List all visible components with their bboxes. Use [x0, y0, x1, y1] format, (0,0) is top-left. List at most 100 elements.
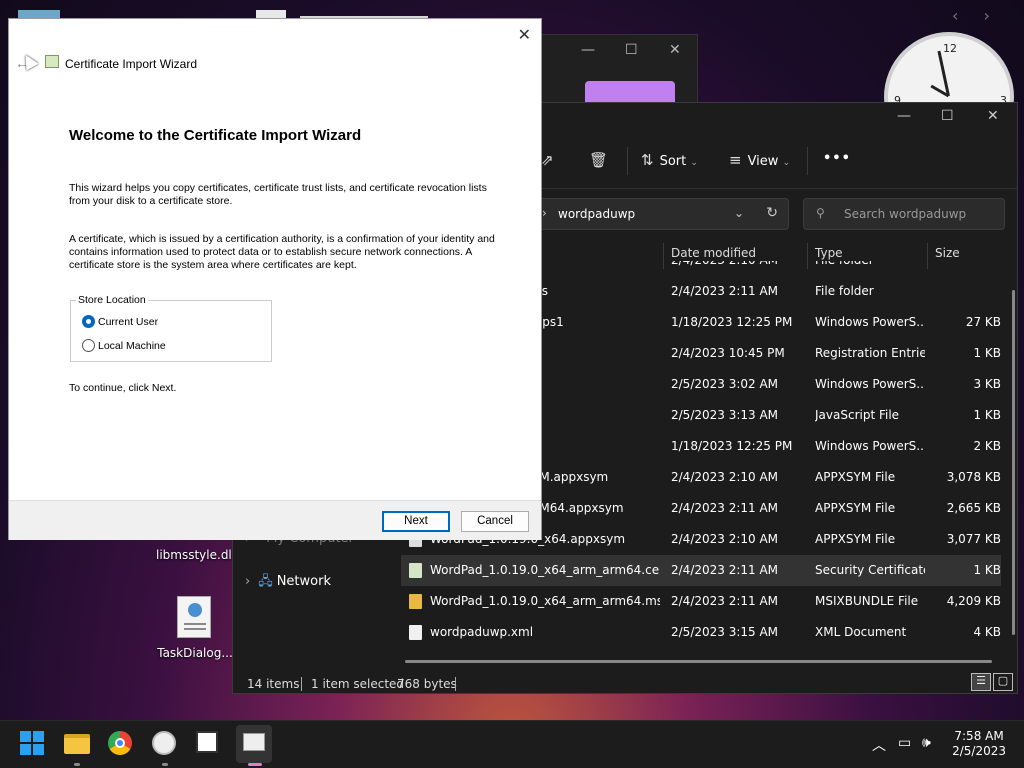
package-app-taskbar-icon[interactable]	[196, 731, 222, 757]
file-type: Windows PowerS...	[815, 377, 925, 391]
clock-app-taskbar-icon[interactable]	[152, 731, 178, 757]
file-date: 2/4/2023 2:10 AM	[671, 532, 779, 546]
details-view-button[interactable]: ☰	[971, 673, 991, 691]
file-size: 4 KB	[973, 625, 1001, 639]
volume-icon[interactable]: 🕪	[922, 735, 931, 751]
cancel-button[interactable]: Cancel	[461, 511, 529, 532]
chrome-taskbar-icon[interactable]	[108, 731, 134, 757]
desktop-icon-label: libmsstyle.dll	[156, 548, 236, 562]
file-row[interactable]: wordpaduwp.xml 2/5/2023 3:15 AM XML Docume…	[401, 617, 1001, 648]
maximize-icon[interactable]: ☐	[941, 108, 954, 124]
desktop-icon-fragment[interactable]	[256, 10, 286, 18]
file-size: 2,665 KB	[946, 501, 1001, 515]
view-button[interactable]: ≡ View ⌄	[729, 151, 790, 169]
status-selected: 1 item selected	[311, 677, 405, 691]
desktop-icon-taskdialog[interactable]: TaskDialog...	[156, 594, 234, 664]
file-type: APPXSYM File	[815, 470, 896, 484]
clock-number-12: 12	[943, 42, 957, 55]
start-button[interactable]	[20, 731, 46, 757]
radio-selected-indicator[interactable]	[82, 315, 95, 328]
file-type: File folder	[815, 284, 874, 298]
file-type: XML Document	[815, 625, 907, 639]
taskbar-time: 7:58 AM	[954, 729, 1004, 743]
show-hidden-icons-chevron-icon[interactable]: ︿	[872, 735, 886, 755]
dialog-title: Certificate Import Wizard	[65, 57, 198, 71]
file-size: 3,078 KB	[946, 470, 1001, 484]
nav-network[interactable]: › 🖧 Network	[245, 572, 331, 594]
file-row[interactable]: WordPad_1.0.19.0_x64_arm_arm64.msixb... 2…	[401, 586, 1001, 617]
breadcrumb-chevron-icon: ›	[542, 206, 547, 220]
certificate-import-wizard-dialog[interactable]: ✕ ← Certificate Import Wizard Welcome to…	[8, 18, 542, 540]
certificate-wizard-taskbar-icon[interactable]	[236, 725, 272, 763]
sort-label: Sort	[659, 154, 687, 169]
delete-button[interactable]: 🗑	[589, 151, 614, 169]
tiles-view-button[interactable]: ▢	[993, 673, 1013, 691]
share-icon: ⇗	[541, 151, 554, 169]
horizontal-scrollbar[interactable]	[405, 660, 992, 663]
certificate-file-icon	[409, 563, 422, 578]
toolbar-separator	[627, 147, 628, 175]
radio-unselected-indicator[interactable]	[82, 339, 95, 352]
file-type: Windows PowerS...	[815, 439, 925, 453]
minimize-icon[interactable]: —	[581, 42, 595, 58]
address-bar[interactable]: › wordpaduwp ⌄ ↻	[533, 198, 789, 230]
desktop-icon-label: TaskDialog...	[157, 646, 233, 660]
share-button[interactable]: ⇗	[541, 151, 560, 169]
widget-nav-arrows[interactable]: ‹ ›	[952, 6, 1000, 25]
taskbar: ︿ ▭ 🕪 7:58 AM 2/5/2023	[0, 720, 1024, 768]
file-row[interactable]: WordPad_1.0.19.0_x64_arm_arm64.cer 2/4/20…	[401, 555, 1001, 586]
file-size: 4,209 KB	[946, 594, 1001, 608]
toolbar-separator	[807, 147, 808, 175]
certificate-icon	[45, 55, 59, 68]
refresh-icon[interactable]: ↻	[766, 205, 778, 221]
file-type: Registration Entries	[815, 346, 925, 360]
more-options-button[interactable]: •••	[823, 151, 851, 166]
address-path: wordpaduwp	[558, 207, 636, 221]
file-size: 2 KB	[973, 439, 1001, 453]
certificate-icon	[243, 733, 265, 751]
next-button[interactable]: Next	[382, 511, 450, 532]
search-input[interactable]: ⚲ Search wordpaduwp	[803, 198, 1005, 230]
taskbar-clock[interactable]: 7:58 AM 2/5/2023	[952, 729, 1006, 759]
store-location-group	[70, 300, 272, 362]
file-size: 3 KB	[973, 377, 1001, 391]
package-file-icon	[409, 594, 422, 609]
file-type: File folder	[815, 261, 925, 267]
status-bytes: 768 bytes	[397, 677, 457, 691]
file-name: wordpaduwp.xml	[430, 625, 534, 639]
windows-logo-icon	[20, 731, 46, 755]
radio-label: Local Machine	[98, 340, 166, 352]
close-icon[interactable]: ✕	[987, 108, 999, 124]
file-date: 1/18/2023 12:25 PM	[671, 439, 793, 453]
maximize-icon[interactable]: ☐	[625, 42, 638, 58]
file-type: Security Certificate	[815, 563, 925, 577]
status-bar: 14 items 1 item selected 768 bytes	[233, 673, 1017, 695]
file-date: 1/18/2023 12:25 PM	[671, 315, 793, 329]
chrome-icon	[108, 731, 132, 755]
minimize-icon[interactable]: —	[897, 108, 911, 124]
file-explorer-taskbar-icon[interactable]	[64, 731, 90, 757]
search-placeholder: Search wordpaduwp	[844, 207, 967, 221]
file-type: APPXSYM File	[815, 501, 896, 515]
file-name: WordPad_1.0.19.0_x64_arm_arm64.msixb...	[430, 594, 660, 608]
chevron-down-icon[interactable]: ⌄	[734, 206, 744, 220]
file-size: 3,077 KB	[946, 532, 1001, 546]
taskbar-date: 2/5/2023	[952, 744, 1006, 758]
view-label: View	[747, 154, 779, 169]
file-size: 27 KB	[965, 315, 1001, 329]
file-type: JavaScript File	[815, 408, 900, 422]
network-status-icon[interactable]: ▭	[898, 735, 911, 751]
file-type: APPXSYM File	[815, 532, 896, 546]
file-date: 2/4/2023 2:11 AM	[671, 284, 779, 298]
close-icon[interactable]: ✕	[518, 25, 531, 45]
close-icon[interactable]: ✕	[669, 42, 681, 58]
radio-label: Current User	[98, 316, 159, 328]
background-app-window[interactable]: — ☐ ✕	[540, 34, 698, 105]
file-size: 1 KB	[973, 563, 1001, 577]
file-date: 2/4/2023 2:11 AM	[671, 501, 779, 515]
box-icon	[196, 731, 218, 753]
sort-button[interactable]: ⇅ Sort ⌄	[641, 151, 698, 169]
wizard-intro-text: This wizard helps you copy certificates,…	[69, 182, 487, 207]
vertical-scrollbar[interactable]	[1012, 290, 1015, 635]
desktop-icon-fragment[interactable]	[18, 10, 60, 18]
